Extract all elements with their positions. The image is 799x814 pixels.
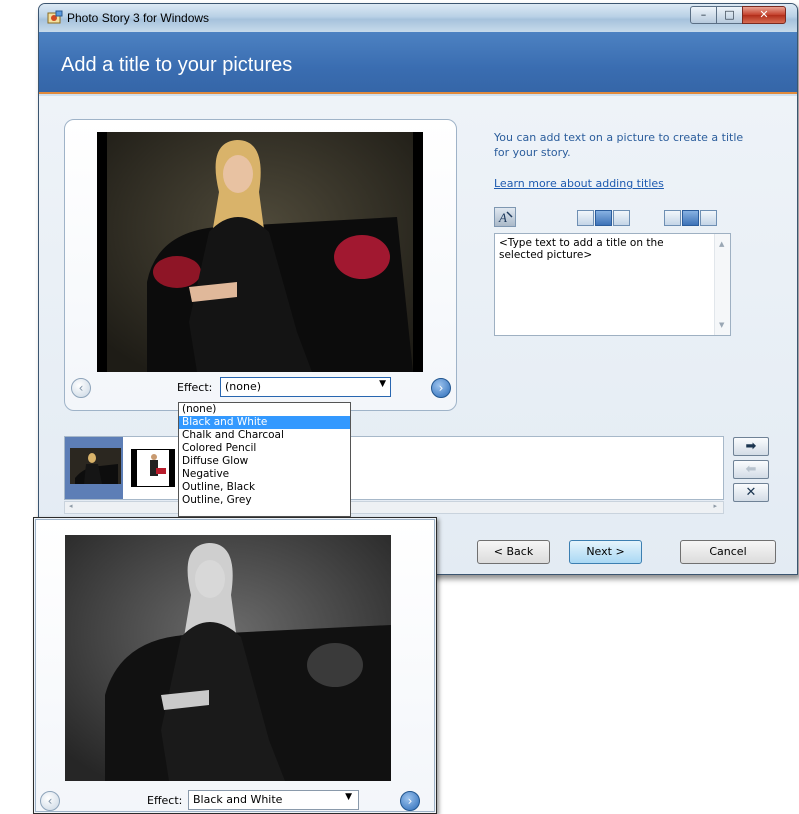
overlay-effect-dropdown[interactable]: Black and White ▼ bbox=[188, 790, 359, 810]
scroll-right-icon[interactable]: ▸ bbox=[713, 502, 717, 510]
chevron-down-icon: ▼ bbox=[379, 379, 386, 389]
title-text-placeholder: <Type text to add a title on the selecte… bbox=[499, 237, 664, 261]
effect-option[interactable]: Outline, Black bbox=[179, 481, 350, 494]
effect-option[interactable]: Outline, Grey bbox=[179, 494, 350, 507]
position-top-icon[interactable] bbox=[664, 210, 681, 226]
position-middle-icon[interactable] bbox=[682, 210, 699, 226]
svg-text:A: A bbox=[498, 210, 507, 225]
portrait-image bbox=[107, 132, 413, 372]
filmstrip bbox=[64, 436, 724, 500]
move-right-button[interactable]: ➡ bbox=[733, 437, 769, 456]
learn-more-link[interactable]: Learn more about adding titles bbox=[494, 177, 664, 190]
preview-panel: ‹ Effect: (none) ▼ › bbox=[64, 119, 457, 411]
portrait-image-bw bbox=[65, 535, 391, 781]
cancel-button[interactable]: Cancel bbox=[680, 540, 776, 564]
filmstrip-thumbnail-selected[interactable] bbox=[65, 437, 123, 499]
align-right-icon[interactable] bbox=[613, 210, 630, 226]
effect-dropdown-value: (none) bbox=[225, 380, 262, 393]
maximize-button[interactable]: □ bbox=[716, 6, 743, 24]
scroll-left-icon[interactable]: ◂ bbox=[69, 502, 73, 510]
black-and-white-preview-panel: ‹ Effect: Black and White ▼ › bbox=[33, 517, 437, 814]
effect-options-list: (none) Black and White Chalk and Charcoal C… bbox=[178, 402, 351, 517]
overlay-effect-dropdown-value: Black and White bbox=[193, 793, 283, 806]
overlay-previous-picture-button[interactable]: ‹ bbox=[40, 791, 60, 811]
overlay-next-picture-button[interactable]: › bbox=[400, 791, 420, 811]
page-header: Add a title to your pictures bbox=[39, 32, 797, 94]
position-bottom-icon[interactable] bbox=[700, 210, 717, 226]
effect-option[interactable]: Chalk and Charcoal bbox=[179, 429, 350, 442]
effect-dropdown[interactable]: (none) ▼ bbox=[220, 377, 391, 397]
thumbnail-1[interactable] bbox=[70, 448, 121, 484]
effect-option[interactable]: Colored Pencil bbox=[179, 442, 350, 455]
move-left-button[interactable]: ⬅ bbox=[733, 460, 769, 479]
overlay-preview-photo bbox=[65, 535, 391, 781]
close-button[interactable]: ✕ bbox=[742, 6, 786, 24]
text-alignment-group bbox=[577, 210, 631, 226]
title-bar[interactable]: Photo Story 3 for Windows – □ ✕ bbox=[39, 4, 797, 32]
overlay-effect-label: Effect: bbox=[147, 794, 183, 807]
preview-photo bbox=[97, 132, 423, 372]
filmstrip-scrollbar[interactable]: ◂ ▸ bbox=[64, 501, 724, 514]
align-center-icon[interactable] bbox=[595, 210, 612, 226]
text-position-group bbox=[664, 210, 718, 226]
remove-picture-button[interactable]: ✕ bbox=[733, 483, 769, 502]
back-button[interactable]: < Back bbox=[477, 540, 550, 564]
thumbnail-2-image bbox=[132, 450, 174, 486]
thumbnail-1-image bbox=[70, 448, 121, 484]
window-title: Photo Story 3 for Windows bbox=[67, 11, 210, 25]
photo-story-window: Photo Story 3 for Windows – □ ✕ Add a ti… bbox=[38, 3, 798, 575]
effect-label: Effect: bbox=[177, 381, 213, 394]
effect-option[interactable]: Black and White bbox=[179, 416, 350, 429]
effect-option[interactable]: Diffuse Glow bbox=[179, 455, 350, 468]
textarea-scrollbar[interactable]: ▲ ▼ bbox=[714, 234, 730, 335]
page-title: Add a title to your pictures bbox=[61, 54, 293, 76]
select-font-button[interactable]: A bbox=[494, 207, 516, 227]
photo-story-icon bbox=[47, 10, 63, 24]
next-picture-button[interactable]: › bbox=[431, 378, 451, 398]
next-button[interactable]: Next > bbox=[569, 540, 642, 564]
font-icon: A bbox=[498, 210, 513, 225]
minimize-button[interactable]: – bbox=[690, 6, 717, 24]
help-text: You can add text on a picture to create … bbox=[494, 131, 744, 159]
align-left-icon[interactable] bbox=[577, 210, 594, 226]
effect-option[interactable]: Negative bbox=[179, 468, 350, 481]
title-text-input[interactable]: <Type text to add a title on the selecte… bbox=[494, 233, 731, 336]
chevron-down-icon: ▼ bbox=[345, 792, 352, 802]
wizard-content: ‹ Effect: (none) ▼ › You can add text on… bbox=[39, 96, 797, 574]
effect-option[interactable]: (none) bbox=[179, 403, 350, 416]
previous-picture-button[interactable]: ‹ bbox=[71, 378, 91, 398]
thumbnail-2[interactable] bbox=[131, 449, 175, 487]
